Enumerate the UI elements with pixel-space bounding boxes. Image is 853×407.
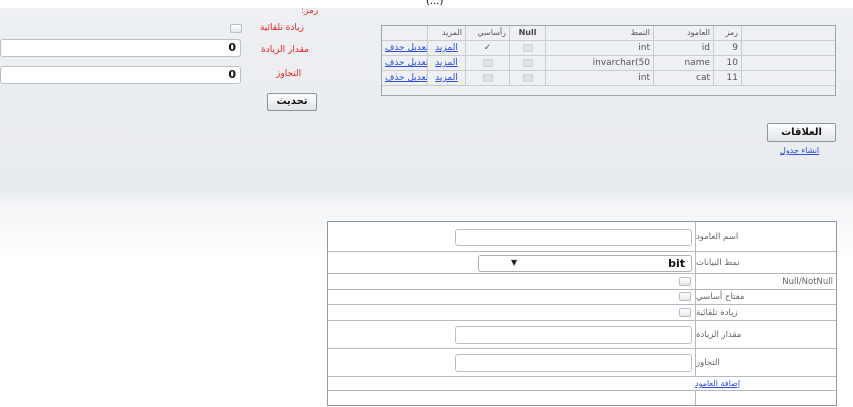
data-type-value: bit <box>668 257 685 270</box>
form-row-seed: التجاوز <box>328 349 836 377</box>
auto-increment-form-checkbox[interactable] <box>679 308 691 317</box>
more-link[interactable]: المزيد <box>435 73 458 83</box>
more-link[interactable]: المزيد <box>435 58 458 68</box>
row-more: المزيد <box>428 56 466 70</box>
row-more: المزيد <box>428 71 466 85</box>
edit-delete-link[interactable]: تعديل حذف <box>385 73 427 83</box>
edit-delete-link[interactable]: تعديل حذف <box>385 43 427 53</box>
footer-cell <box>695 391 836 405</box>
row-actions: تعديل حذف <box>382 71 428 85</box>
seed-form-input[interactable] <box>455 354 692 372</box>
col-header-primary: رأساسي <box>466 26 510 40</box>
data-type-label: نمط البيانات <box>695 252 836 273</box>
row-type: int <box>546 71 654 85</box>
form-row-data-type: ▼ bit نمط البيانات <box>328 252 836 274</box>
increment-value: 0 <box>228 41 236 54</box>
row-type: invarchar(50 <box>546 56 654 70</box>
row-more: المزيد <box>428 41 466 55</box>
seed-form-label: التجاوز <box>695 349 836 376</box>
table-row: تعديل حذف المزيد invarchar(50 name 10 <box>382 56 835 71</box>
more-link[interactable]: المزيد <box>435 43 458 53</box>
form-row-primary: مفتاح أساسي <box>328 290 836 305</box>
data-type-select[interactable]: ▼ bit <box>478 255 692 272</box>
form-row-auto-increment: زيادة تلقائية <box>328 305 836 321</box>
col-header-null: Null <box>510 26 546 40</box>
primary-key-label: مفتاح أساسي <box>695 290 836 304</box>
table-row: تعديل حذف المزيد ✓ int id 9 <box>382 41 835 56</box>
row-primary[interactable] <box>466 56 510 70</box>
null-checkbox[interactable] <box>679 277 691 286</box>
row-column-name: cat <box>654 71 714 85</box>
table-row: تعديل حذف المزيد int cat 11 <box>382 71 835 86</box>
col-header-actions <box>382 26 428 40</box>
seed-label: التجاوز <box>276 69 302 79</box>
row-null[interactable] <box>510 41 546 55</box>
column-form: اسم العامود ▼ bit نمط البيانات Null/NotN… <box>327 221 837 406</box>
row-blank <box>742 41 835 55</box>
form-row-increment: مقدار الزيادة <box>328 321 836 349</box>
row-column-name: name <box>654 56 714 70</box>
row-type: int <box>546 41 654 55</box>
row-null[interactable] <box>510 56 546 70</box>
row-blank <box>742 71 835 85</box>
column-name-label: اسم العامود <box>695 222 836 251</box>
increment-input[interactable]: 0 <box>0 39 241 57</box>
row-actions: تعديل حذف <box>382 56 428 70</box>
row-column-name: id <box>654 41 714 55</box>
row-id: 11 <box>714 71 742 85</box>
row-primary[interactable] <box>466 71 510 85</box>
add-link-cell: إضافة العامود <box>695 377 836 390</box>
update-button[interactable]: تحديث <box>267 93 317 111</box>
seed-input[interactable]: 0 <box>0 66 241 84</box>
auto-increment-checkbox[interactable] <box>230 24 242 33</box>
col-header-type: النمط <box>546 26 654 40</box>
checkmark-icon[interactable]: ✓ <box>466 41 510 55</box>
col-header-id: رمز <box>714 26 742 40</box>
form-row-add: إضافة العامود <box>328 377 836 391</box>
row-actions: تعديل حذف <box>382 41 428 55</box>
column-name-input[interactable] <box>455 229 692 246</box>
row-null[interactable] <box>510 71 546 85</box>
create-table-link[interactable]: انشاء جدول <box>780 146 819 155</box>
row-id: 10 <box>714 56 742 70</box>
col-header-column: العامود <box>654 26 714 40</box>
add-column-link[interactable]: إضافة العامود <box>695 379 740 388</box>
table-header-row: المزيد رأساسي Null النمط العامود رمز <box>382 26 835 41</box>
increment-label: مقدار الزيادة <box>261 45 309 55</box>
props-header-label: رمز: <box>301 6 319 16</box>
window-title: (...) <box>426 0 444 7</box>
seed-value: 0 <box>228 68 236 81</box>
col-header-more: المزيد <box>428 26 466 40</box>
increment-form-label: مقدار الزيادة <box>695 321 836 348</box>
edit-delete-link[interactable]: تعديل حذف <box>385 58 427 68</box>
increment-form-input[interactable] <box>455 326 692 344</box>
row-blank <box>742 56 835 70</box>
col-header-blank <box>742 26 835 40</box>
primary-key-checkbox[interactable] <box>679 292 691 301</box>
auto-increment-label: زيادة تلقائية <box>260 23 305 33</box>
form-row-footer <box>328 391 836 405</box>
form-row-column-name: اسم العامود <box>328 222 836 252</box>
columns-table: المزيد رأساسي Null النمط العامود رمز تعد… <box>381 25 836 96</box>
null-label: Null/NotNull <box>695 274 836 289</box>
auto-increment-form-label: زيادة تلقائية <box>695 305 836 320</box>
row-id: 9 <box>714 41 742 55</box>
relations-button[interactable]: العلاقات <box>767 123 836 142</box>
form-row-null: Null/NotNull <box>328 274 836 290</box>
caret-down-icon: ▼ <box>511 258 518 267</box>
